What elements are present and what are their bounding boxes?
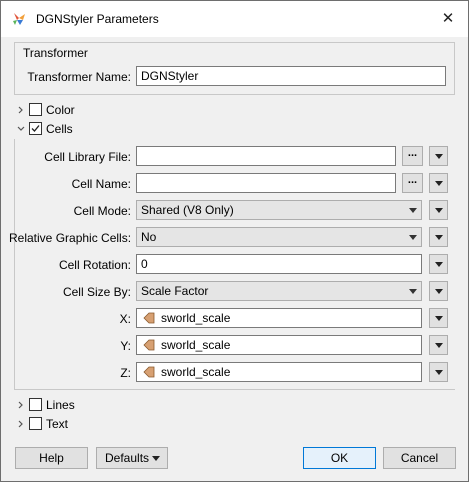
dropdown-arrow-icon <box>409 208 417 213</box>
cell-library-file-input[interactable] <box>136 146 396 166</box>
cell-rotation-label: Cell Rotation: <box>58 258 131 272</box>
transformer-name-input[interactable]: DGNStyler <box>136 66 446 86</box>
attribute-icon <box>143 366 155 378</box>
chevron-down-icon <box>152 456 160 461</box>
cell-mode-value: Shared (V8 Only) <box>141 203 234 217</box>
cell-size-by-value: Scale Factor <box>141 284 209 298</box>
title-bar: DGNStyler Parameters ✕ <box>1 1 468 37</box>
cell-name-menu-button[interactable] <box>429 173 448 193</box>
library-file-menu-button[interactable] <box>429 146 448 166</box>
cell-rotation-menu-button[interactable] <box>429 254 448 274</box>
attribute-icon <box>143 312 155 324</box>
ok-button[interactable]: OK <box>303 447 376 469</box>
x-menu-button[interactable] <box>429 308 448 328</box>
attribute-icon <box>143 339 155 351</box>
checkmark-icon <box>31 125 40 132</box>
z-value: sworld_scale <box>161 365 231 379</box>
browse-library-button[interactable]: ... <box>402 146 423 166</box>
section-color[interactable]: Color <box>16 102 136 118</box>
z-label: Z: <box>120 366 131 380</box>
cancel-button[interactable]: Cancel <box>383 447 456 469</box>
y-menu-button[interactable] <box>429 335 448 355</box>
cell-name-input[interactable] <box>136 173 396 193</box>
y-input[interactable]: sworld_scale <box>136 335 422 355</box>
transformer-name-label: Transformer Name: <box>27 70 131 84</box>
cell-name-label: Cell Name: <box>71 177 131 191</box>
fme-app-icon <box>13 13 25 25</box>
cell-mode-select[interactable]: Shared (V8 Only) <box>136 200 422 220</box>
help-button[interactable]: Help <box>15 447 88 469</box>
cells-label: Cells <box>46 122 73 136</box>
section-lines[interactable]: Lines <box>16 397 136 413</box>
chevron-right-icon[interactable] <box>16 398 26 412</box>
cell-library-file-label: Cell Library File: <box>44 150 131 164</box>
dropdown-arrow-icon <box>409 235 417 240</box>
chevron-right-icon[interactable] <box>16 103 26 117</box>
dialog-window: DGNStyler Parameters ✕ Transformer Trans… <box>0 0 469 482</box>
lines-checkbox[interactable] <box>29 398 42 411</box>
relative-graphic-cells-select[interactable]: No <box>136 227 422 247</box>
relative-graphic-cells-label: Relative Graphic Cells: <box>9 231 132 245</box>
cell-size-by-menu-button[interactable] <box>429 281 448 301</box>
z-menu-button[interactable] <box>429 362 448 382</box>
relative-graphic-cells-value: No <box>141 230 157 244</box>
defaults-button[interactable]: Defaults <box>96 447 168 469</box>
x-label: X: <box>119 312 131 326</box>
x-value: sworld_scale <box>161 311 231 325</box>
chevron-right-icon[interactable] <box>16 417 26 431</box>
lines-label: Lines <box>46 398 75 412</box>
window-title: DGNStyler Parameters <box>36 12 159 26</box>
cells-checkbox[interactable] <box>29 122 42 135</box>
relative-graphic-menu-button[interactable] <box>429 227 448 247</box>
z-input[interactable]: sworld_scale <box>136 362 422 382</box>
y-value: sworld_scale <box>161 338 231 352</box>
close-icon[interactable]: ✕ <box>436 7 460 31</box>
text-label: Text <box>46 417 69 431</box>
cell-mode-label: Cell Mode: <box>73 204 131 218</box>
defaults-label: Defaults <box>105 451 150 465</box>
x-input[interactable]: sworld_scale <box>136 308 422 328</box>
section-cells[interactable]: Cells <box>16 121 136 137</box>
chevron-down-icon[interactable] <box>16 122 26 136</box>
cell-size-by-select[interactable]: Scale Factor <box>136 281 422 301</box>
section-text[interactable]: Text <box>16 416 136 432</box>
color-checkbox[interactable] <box>29 103 42 116</box>
dropdown-arrow-icon <box>409 289 417 294</box>
cell-size-by-label: Cell Size By: <box>62 285 131 299</box>
color-label: Color <box>46 103 75 117</box>
browse-cell-name-button[interactable]: ... <box>402 173 423 193</box>
y-label: Y: <box>120 339 131 353</box>
text-checkbox[interactable] <box>29 417 42 430</box>
transformer-group-title: Transformer <box>23 46 88 60</box>
cell-rotation-input[interactable]: 0 <box>136 254 422 274</box>
cell-mode-menu-button[interactable] <box>429 200 448 220</box>
